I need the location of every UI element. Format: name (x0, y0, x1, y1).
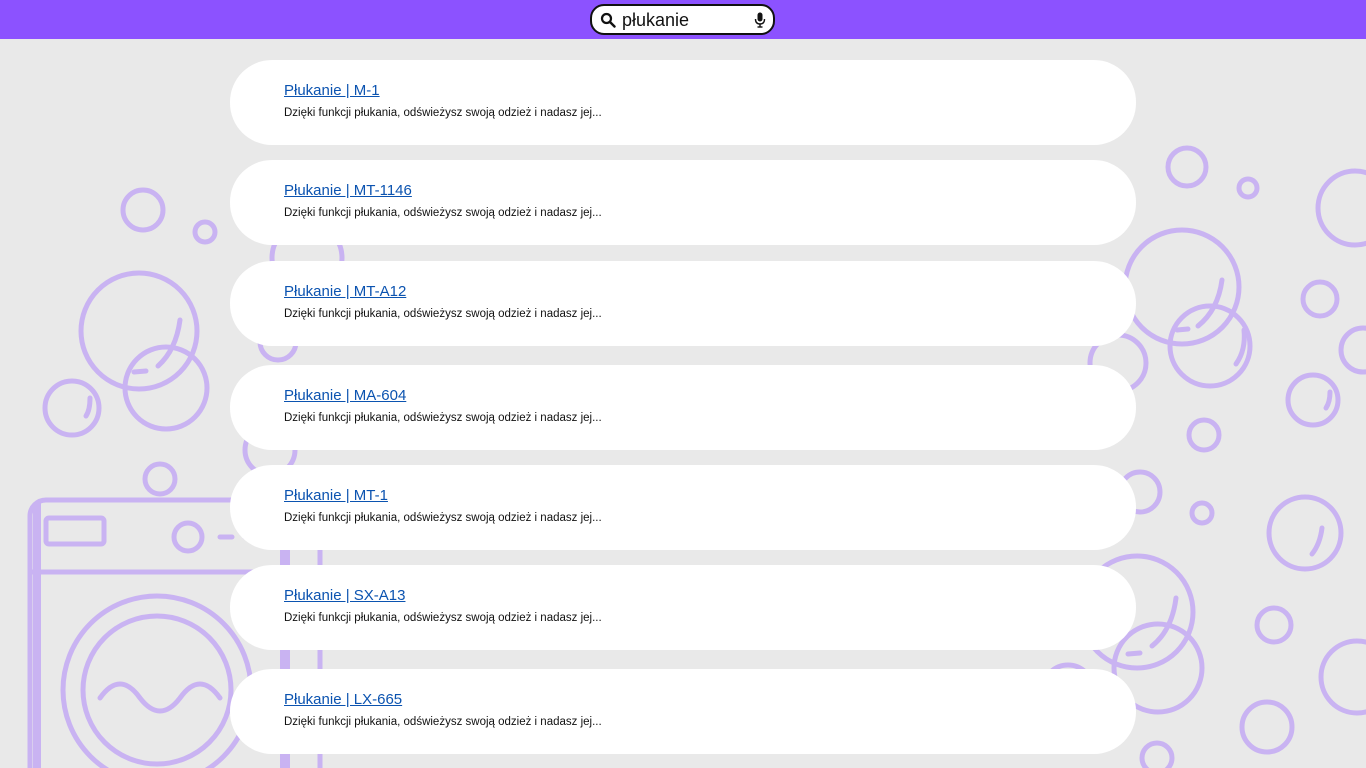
result-snippet: Dzięki funkcji płukania, odświeżysz swoj… (284, 308, 602, 320)
result-snippet: Dzięki funkcji płukania, odświeżysz swoj… (284, 107, 602, 119)
result-snippet: Dzięki funkcji płukania, odświeżysz swoj… (284, 716, 602, 728)
result-card: Płukanie | M-1 Dzięki funkcji płukania, … (230, 60, 1136, 145)
search-icon[interactable] (600, 12, 616, 28)
result-title-link[interactable]: Płukanie | M-1 (284, 82, 380, 99)
top-bar (0, 0, 1366, 39)
result-card: Płukanie | MT-1146 Dzięki funkcji płukan… (230, 160, 1136, 245)
microphone-icon[interactable] (754, 12, 766, 28)
result-title-link[interactable]: Płukanie | LX-665 (284, 691, 402, 708)
result-card: Płukanie | MA-604 Dzięki funkcji płukani… (230, 365, 1136, 450)
result-snippet: Dzięki funkcji płukania, odświeżysz swoj… (284, 612, 602, 624)
result-card: Płukanie | LX-665 Dzięki funkcji płukani… (230, 669, 1136, 754)
result-title-link[interactable]: Płukanie | MA-604 (284, 387, 406, 404)
result-title-link[interactable]: Płukanie | MT-1 (284, 487, 388, 504)
results-list: Płukanie | M-1 Dzięki funkcji płukania, … (230, 0, 1136, 768)
result-title-link[interactable]: Płukanie | SX-A13 (284, 587, 405, 604)
result-snippet: Dzięki funkcji płukania, odświeżysz swoj… (284, 512, 602, 524)
result-card: Płukanie | MT-1 Dzięki funkcji płukania,… (230, 465, 1136, 550)
result-card: Płukanie | MT-A12 Dzięki funkcji płukani… (230, 261, 1136, 346)
search-input[interactable] (622, 9, 750, 31)
result-snippet: Dzięki funkcji płukania, odświeżysz swoj… (284, 412, 602, 424)
result-title-link[interactable]: Płukanie | MT-1146 (284, 182, 412, 199)
search-box[interactable] (590, 4, 775, 35)
result-snippet: Dzięki funkcji płukania, odświeżysz swoj… (284, 207, 602, 219)
result-title-link[interactable]: Płukanie | MT-A12 (284, 283, 406, 300)
result-card: Płukanie | SX-A13 Dzięki funkcji płukani… (230, 565, 1136, 650)
